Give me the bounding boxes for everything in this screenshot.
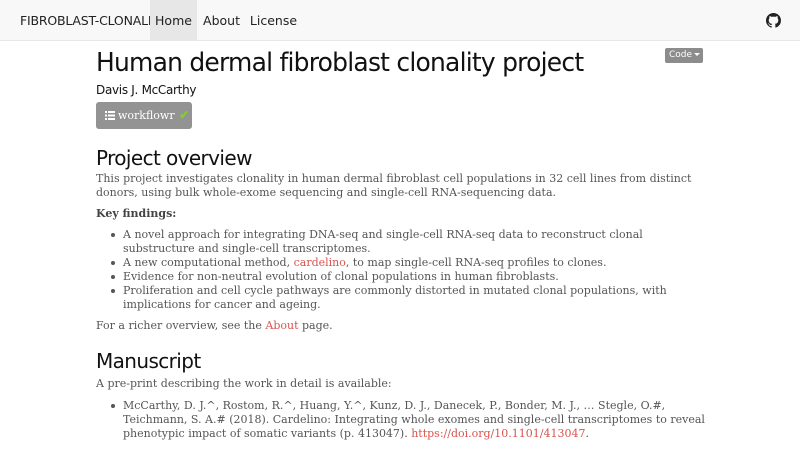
github-icon[interactable] bbox=[766, 13, 781, 28]
nav-about[interactable]: About bbox=[197, 0, 246, 41]
list-item: Proliferation and cell cycle pathways ar… bbox=[96, 284, 706, 312]
list-icon bbox=[105, 111, 115, 120]
nav-home[interactable]: Home bbox=[150, 0, 197, 41]
project-overview-heading: Project overview bbox=[96, 146, 252, 170]
navbar-brand[interactable]: FIBROBLAST-CLONALITY bbox=[20, 0, 166, 41]
nav-license[interactable]: License bbox=[246, 0, 301, 41]
manuscript-heading: Manuscript bbox=[96, 349, 201, 373]
workflowr-button[interactable]: workflowr ✔ bbox=[96, 102, 192, 129]
list-item: A new computational method, cardelino, t… bbox=[96, 256, 706, 270]
caret-down-icon bbox=[694, 53, 701, 56]
code-dropdown-button[interactable]: Code bbox=[665, 48, 703, 63]
list-item: A novel approach for integrating DNA-seq… bbox=[96, 228, 706, 256]
finding-text: , to map single-cell RNA-seq profiles to… bbox=[345, 256, 607, 269]
page-title: Human dermal fibroblast clonality projec… bbox=[96, 48, 584, 78]
about-link[interactable]: About bbox=[265, 319, 298, 332]
overview-intro: This project investigates clonality in h… bbox=[96, 172, 692, 199]
reference-list: McCarthy, D. J.^, Rostom, R.^, Huang, Y.… bbox=[96, 399, 706, 441]
key-findings-label: Key findings: bbox=[96, 207, 177, 220]
richer-post: page. bbox=[298, 319, 333, 332]
cardelino-link[interactable]: cardelino bbox=[294, 256, 346, 269]
findings-list: A novel approach for integrating DNA-seq… bbox=[96, 228, 706, 312]
author: Davis J. McCarthy bbox=[96, 83, 197, 97]
finding-text: A new computational method, bbox=[123, 256, 294, 269]
navbar: FIBROBLAST-CLONALITY Home About License bbox=[0, 0, 800, 41]
code-button-label: Code bbox=[669, 50, 693, 60]
reference-post: . bbox=[585, 427, 589, 440]
workflowr-label: workflowr bbox=[118, 109, 175, 122]
list-item: Evidence for non-neutral evolution of cl… bbox=[96, 270, 706, 284]
richer-pre: For a richer overview, see the bbox=[96, 319, 266, 332]
list-item: McCarthy, D. J.^, Rostom, R.^, Huang, Y.… bbox=[96, 399, 706, 441]
check-icon: ✔ bbox=[179, 108, 190, 122]
richer-overview-text: For a richer overview, see the About pag… bbox=[96, 319, 706, 333]
manuscript-intro: A pre-print describing the work in detai… bbox=[96, 377, 392, 390]
doi-link[interactable]: https://doi.org/10.1101/413047 bbox=[411, 427, 585, 440]
